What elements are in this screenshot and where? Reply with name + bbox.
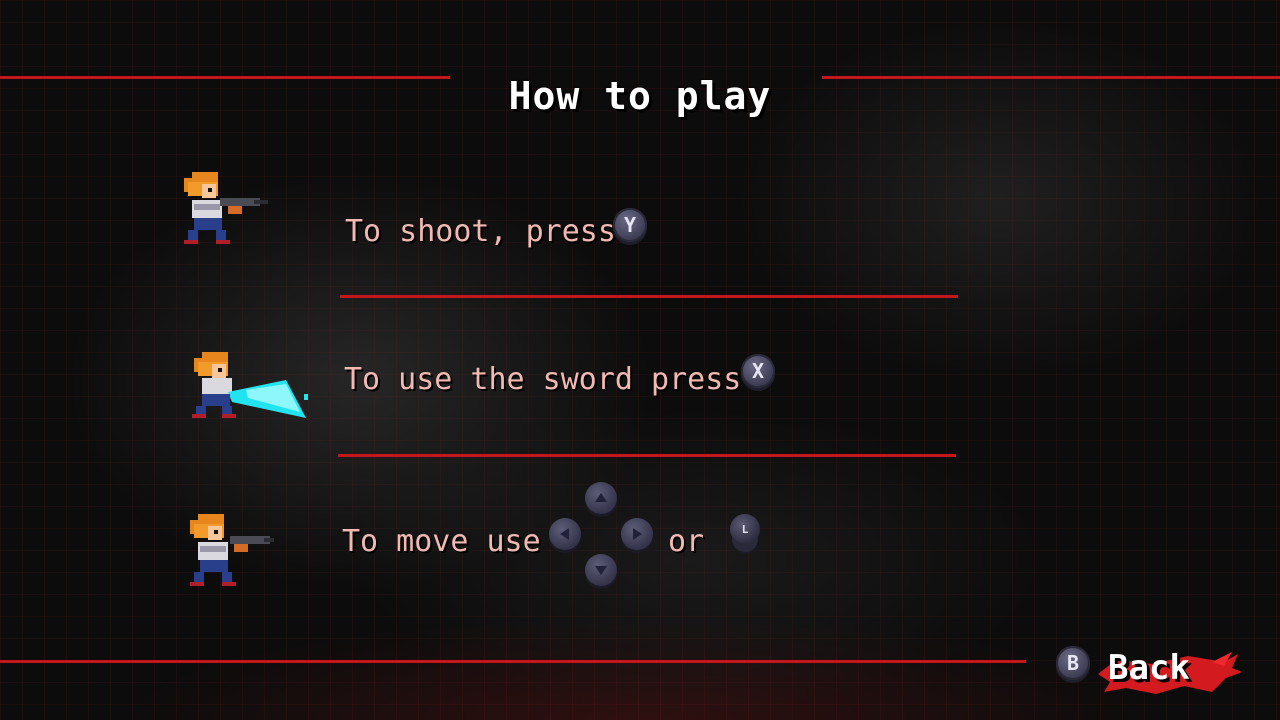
move-or-text: or (668, 524, 705, 559)
row-divider-2 (338, 454, 956, 457)
y-button-icon: Y (613, 208, 647, 242)
x-button-icon: X (741, 354, 775, 388)
page-title: How to play (508, 74, 772, 118)
dpad-down-icon (585, 554, 617, 586)
character-sword-icon (188, 346, 318, 428)
dpad-up-icon (585, 482, 617, 514)
sword-instruction-text: To use the sword press (344, 362, 742, 397)
b-button-icon: B (1056, 646, 1090, 680)
left-stick-icon: L (730, 514, 760, 544)
footer-rule (0, 660, 1026, 663)
back-button[interactable]: B Back (1052, 640, 1252, 700)
shoot-instruction-text: To shoot, press (345, 214, 616, 249)
row-divider-1 (340, 295, 958, 298)
back-label: Back (1108, 648, 1190, 688)
character-shooting-icon (178, 166, 274, 254)
move-instruction-text: To move use (342, 524, 541, 559)
dpad-left-icon (549, 518, 581, 550)
character-moving-icon (184, 508, 280, 596)
dpad-right-icon (621, 518, 653, 550)
